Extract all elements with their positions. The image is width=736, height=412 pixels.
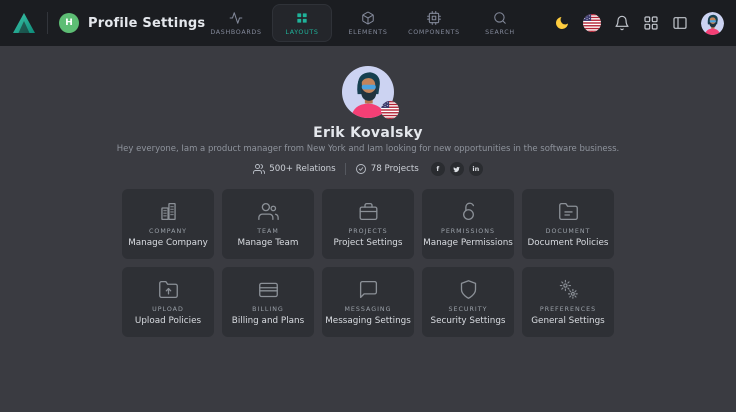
briefcase-icon xyxy=(358,201,379,222)
card-subtitle: Upload Policies xyxy=(135,316,201,326)
card-label: DOCUMENT xyxy=(546,228,591,235)
linkedin-icon: in xyxy=(472,165,479,173)
cpu-icon xyxy=(427,11,441,25)
linkedin-button[interactable]: in xyxy=(469,162,483,176)
card-label: COMPANY xyxy=(149,228,187,235)
relations-label: 500+ Relations xyxy=(269,164,336,174)
meta-divider xyxy=(345,163,346,175)
card-subtitle: Document Policies xyxy=(528,238,609,248)
profile-panel: Erik Kovalsky Hey everyone, Iam a produc… xyxy=(0,46,736,337)
profile-name: Erik Kovalsky xyxy=(0,125,736,141)
settings-card-grid: COMPANY Manage Company TEAM Manage Team … xyxy=(122,189,614,337)
page-title: Profile Settings xyxy=(88,16,205,31)
nav-label: ELEMENTS xyxy=(348,29,387,36)
page-badge: H xyxy=(59,13,79,33)
nav-item-components[interactable]: COMPONENTS xyxy=(404,4,464,42)
nav-item-search[interactable]: SEARCH xyxy=(470,4,530,42)
profile-avatar xyxy=(342,66,394,118)
buildings-icon xyxy=(158,201,179,222)
twitter-button[interactable] xyxy=(450,162,464,176)
top-nav: DASHBOARDS LAYOUTS ELEMENTS COMPONENTS S… xyxy=(206,4,530,42)
card-subtitle: Manage Permissions xyxy=(423,238,513,248)
folder-upload-icon xyxy=(158,279,179,300)
top-header: H Profile Settings DASHBOARDS LAYOUTS EL… xyxy=(0,0,736,46)
profile-meta-row: 500+ Relations 78 Projects f in xyxy=(0,162,736,176)
card-subtitle: Billing and Plans xyxy=(232,316,304,326)
nav-item-dashboards[interactable]: DASHBOARDS xyxy=(206,4,266,42)
search-icon xyxy=(493,11,507,25)
card-label: SECURITY xyxy=(449,306,488,313)
country-flag-icon xyxy=(381,101,399,119)
unlock-icon xyxy=(458,201,479,222)
users-icon xyxy=(258,201,279,222)
activity-icon xyxy=(229,11,243,25)
card-billing[interactable]: BILLING Billing and Plans xyxy=(222,267,314,337)
profile-bio: Hey everyone, Iam a product manager from… xyxy=(0,144,736,154)
nav-item-layouts[interactable]: LAYOUTS xyxy=(272,4,332,42)
language-flag-icon[interactable] xyxy=(583,14,601,32)
card-subtitle: Security Settings xyxy=(430,316,505,326)
card-messaging[interactable]: MESSAGING Messaging Settings xyxy=(322,267,414,337)
apps-grid-icon[interactable] xyxy=(643,15,659,31)
user-avatar[interactable] xyxy=(701,12,724,35)
gears-icon xyxy=(558,279,579,300)
card-subtitle: Messaging Settings xyxy=(325,316,411,326)
card-subtitle: Manage Team xyxy=(238,238,299,248)
card-label: PERMISSIONS xyxy=(441,228,495,235)
facebook-button[interactable]: f xyxy=(431,162,445,176)
card-permissions[interactable]: PERMISSIONS Manage Permissions xyxy=(422,189,514,259)
card-team[interactable]: TEAM Manage Team xyxy=(222,189,314,259)
card-preferences[interactable]: PREFERENCES General Settings xyxy=(522,267,614,337)
folder-document-icon xyxy=(558,201,579,222)
card-subtitle: Manage Company xyxy=(128,238,208,248)
card-security[interactable]: SECURITY Security Settings xyxy=(422,267,514,337)
nav-item-elements[interactable]: ELEMENTS xyxy=(338,4,398,42)
projects-label: 78 Projects xyxy=(371,164,419,174)
card-document[interactable]: DOCUMENT Document Policies xyxy=(522,189,614,259)
social-links: f in xyxy=(431,162,483,176)
projects-badge: 78 Projects xyxy=(355,163,419,175)
card-company[interactable]: COMPANY Manage Company xyxy=(122,189,214,259)
card-projects[interactable]: PROJECTS Project Settings xyxy=(322,189,414,259)
check-circle-icon xyxy=(355,163,367,175)
relations-badge: 500+ Relations xyxy=(253,163,336,175)
card-label: MESSAGING xyxy=(344,306,391,313)
card-subtitle: Project Settings xyxy=(334,238,403,248)
shield-icon xyxy=(458,279,479,300)
credit-card-icon xyxy=(258,279,279,300)
card-label: TEAM xyxy=(257,228,279,235)
card-label: PREFERENCES xyxy=(540,306,596,313)
nav-label: COMPONENTS xyxy=(408,29,460,36)
header-actions xyxy=(554,12,724,35)
card-label: PROJECTS xyxy=(348,228,387,235)
card-label: BILLING xyxy=(252,306,284,313)
brand: H Profile Settings xyxy=(12,12,205,34)
box-icon xyxy=(361,11,375,25)
header-divider xyxy=(47,12,48,34)
users-icon xyxy=(253,163,265,175)
twitter-icon xyxy=(453,166,460,173)
nav-label: LAYOUTS xyxy=(285,29,318,36)
nav-label: DASHBOARDS xyxy=(210,29,261,36)
card-label: UPLOAD xyxy=(152,306,184,313)
card-subtitle: General Settings xyxy=(531,316,605,326)
dark-mode-moon-icon[interactable] xyxy=(554,15,570,31)
sidebar-toggle-icon[interactable] xyxy=(672,15,688,31)
nav-label: SEARCH xyxy=(485,29,515,36)
facebook-icon: f xyxy=(436,165,439,173)
grid-icon xyxy=(295,11,309,25)
card-upload[interactable]: UPLOAD Upload Policies xyxy=(122,267,214,337)
notifications-bell-icon[interactable] xyxy=(614,15,630,31)
message-square-icon xyxy=(358,279,379,300)
app-logo-icon[interactable] xyxy=(12,12,36,34)
